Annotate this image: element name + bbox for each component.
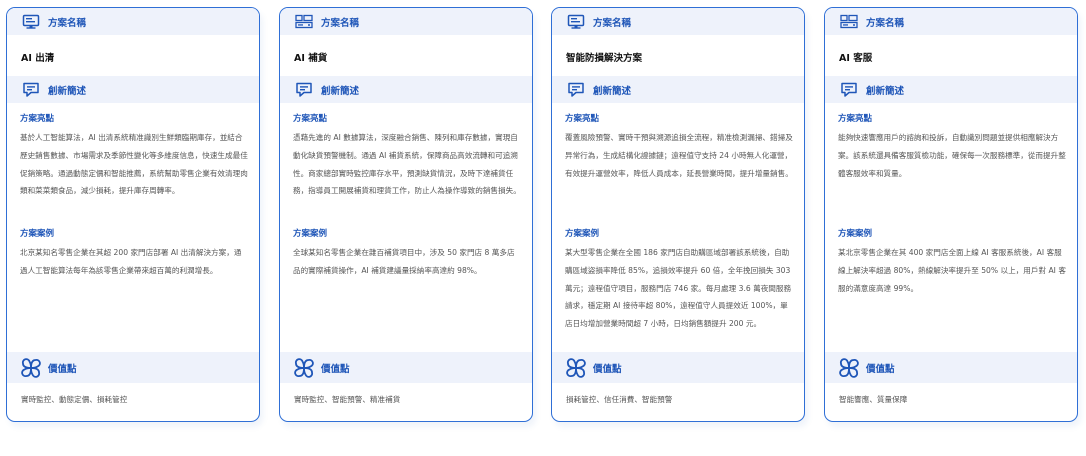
highlight-text: 憑藉先進的 AI 數據算法，深度融合銷售、陳列和庫存數據，實現自動化缺貨預警機制… [293, 133, 521, 196]
solution-name: AI 客服 [839, 53, 873, 64]
solution-name-label: 方案名稱 [48, 17, 87, 29]
value-text: 智能響應、質量保障 [839, 395, 908, 404]
clover-icon [839, 357, 859, 378]
solution-card: 方案名稱智能防損解決方案創新簡述方案亮點覆蓋風險預警、實時干預與溯源追損全流程，… [551, 7, 805, 422]
value-header: 價值點 [552, 352, 804, 383]
innovation-label: 創新簡述 [48, 85, 87, 97]
message-icon [294, 80, 314, 100]
clover-icon [21, 357, 41, 378]
solution-name-label: 方案名稱 [321, 17, 360, 29]
innovation-label: 創新簡述 [593, 85, 632, 97]
value-label: 價值點 [593, 363, 622, 375]
highlight-title: 方案亮點 [565, 114, 600, 124]
case-title: 方案案例 [20, 229, 55, 239]
case-title: 方案案例 [565, 229, 600, 239]
solution-name-header: 方案名稱 [552, 8, 804, 35]
solution-card: 方案名稱 AI 客服創新簡述方案亮點能夠快速響應用戶的諮詢和投訴，自動識別問題並提… [824, 7, 1078, 422]
value-header: 價值點 [280, 352, 532, 383]
highlight-section: 方案亮點基於人工智能算法，AI 出清系統精准識別生鮮類臨期庫存，並結合歷史銷售數… [20, 112, 249, 200]
solution-name-header: 方案名稱 [7, 8, 259, 35]
highlight-text: 覆蓋風險預警、實時干預與溯源追損全流程，精准檢測漏掃、錯掃及异常行為，生成結構化… [565, 133, 793, 178]
highlight-text: 能夠快速響應用戶的諮詢和投訴，自動識別問題並提供相應解決方案。該系統還具備客服質… [838, 133, 1066, 178]
highlight-title: 方案亮點 [838, 114, 873, 124]
innovation-header: 創新簡述 [280, 76, 532, 103]
server-monitor-icon [294, 12, 314, 32]
innovation-label: 創新簡述 [321, 85, 360, 97]
highlight-section: 方案亮點憑藉先進的 AI 數據算法，深度融合銷售、陳列和庫存數據，實現自動化缺貨… [293, 112, 522, 200]
innovation-header: 創新簡述 [825, 76, 1077, 103]
message-icon [839, 80, 859, 100]
value-text: 實時監控、智能預警、精准補貨 [294, 395, 401, 404]
solution-name: AI 出清 [21, 53, 55, 64]
value-label: 價值點 [48, 363, 77, 375]
solution-card: 方案名稱 AI 補貨創新簡述方案亮點憑藉先進的 AI 數據算法，深度融合銷售、陳列… [279, 7, 533, 422]
case-section: 方案案例全球某知名零售企業在雜百補貨項目中，涉及 50 家門店 8 萬多店品的實… [293, 227, 522, 280]
value-header: 價值點 [7, 352, 259, 383]
highlight-title: 方案亮點 [293, 114, 328, 124]
case-section: 方案案例北京某知名零售企業在其超 200 家門店部署 AI 出清解決方案，通過人… [20, 227, 249, 280]
case-text: 北京某知名零售企業在其超 200 家門店部署 AI 出清解決方案，通過人工智能算… [20, 248, 242, 275]
clover-icon [294, 357, 314, 378]
innovation-header: 創新簡述 [7, 76, 259, 103]
solution-name: 智能防損解決方案 [566, 53, 643, 64]
case-text: 某大型零售企業在全國 186 家門店自助購區域部署該系統後，自助購區域盜損率降低… [565, 248, 792, 329]
case-section: 方案案例某北京零售企業在其 400 家門店全面上線 AI 客服系統後，AI 客服… [838, 227, 1067, 297]
case-title: 方案案例 [838, 229, 873, 239]
monitor-icon [21, 12, 41, 32]
value-text: 實時監控、動態定價、損耗管控 [21, 395, 128, 404]
case-text: 全球某知名零售企業在雜百補貨項目中，涉及 50 家門店 8 萬多店品的實際補貨操… [293, 248, 515, 275]
solution-name: AI 補貨 [294, 53, 328, 64]
highlight-title: 方案亮點 [20, 114, 55, 124]
value-label: 價值點 [321, 363, 350, 375]
highlight-section: 方案亮點能夠快速響應用戶的諮詢和投訴，自動識別問題並提供相應解決方案。該系統還具… [838, 112, 1067, 182]
solution-name-label: 方案名稱 [593, 17, 632, 29]
server-monitor-icon [839, 12, 859, 32]
monitor-icon [566, 12, 586, 32]
clover-icon [566, 357, 586, 378]
value-header: 價值點 [825, 352, 1077, 383]
highlight-text: 基於人工智能算法，AI 出清系統精准識別生鮮類臨期庫存，並結合歷史銷售數據、市場… [20, 133, 248, 196]
case-text: 某北京零售企業在其 400 家門店全面上線 AI 客服系統後，AI 客服線上解決… [838, 248, 1066, 293]
solution-name-header: 方案名稱 [280, 8, 532, 35]
solution-name-label: 方案名稱 [866, 17, 905, 29]
value-text: 損耗管控、信任消費、智能預警 [566, 395, 673, 404]
message-icon [566, 80, 586, 100]
case-title: 方案案例 [293, 229, 328, 239]
value-label: 價值點 [866, 363, 895, 375]
case-section: 方案案例某大型零售企業在全國 186 家門店自助購區域部署該系統後，自助購區域盜… [565, 227, 794, 333]
solution-name-header: 方案名稱 [825, 8, 1077, 35]
highlight-section: 方案亮點覆蓋風險預警、實時干預與溯源追損全流程，精准檢測漏掃、錯掃及异常行為，生… [565, 112, 794, 182]
message-icon [21, 80, 41, 100]
innovation-header: 創新簡述 [552, 76, 804, 103]
solution-card: 方案名稱 AI 出清創新簡述方案亮點基於人工智能算法，AI 出清系統精准識別生鮮類… [6, 7, 260, 422]
innovation-label: 創新簡述 [866, 85, 905, 97]
